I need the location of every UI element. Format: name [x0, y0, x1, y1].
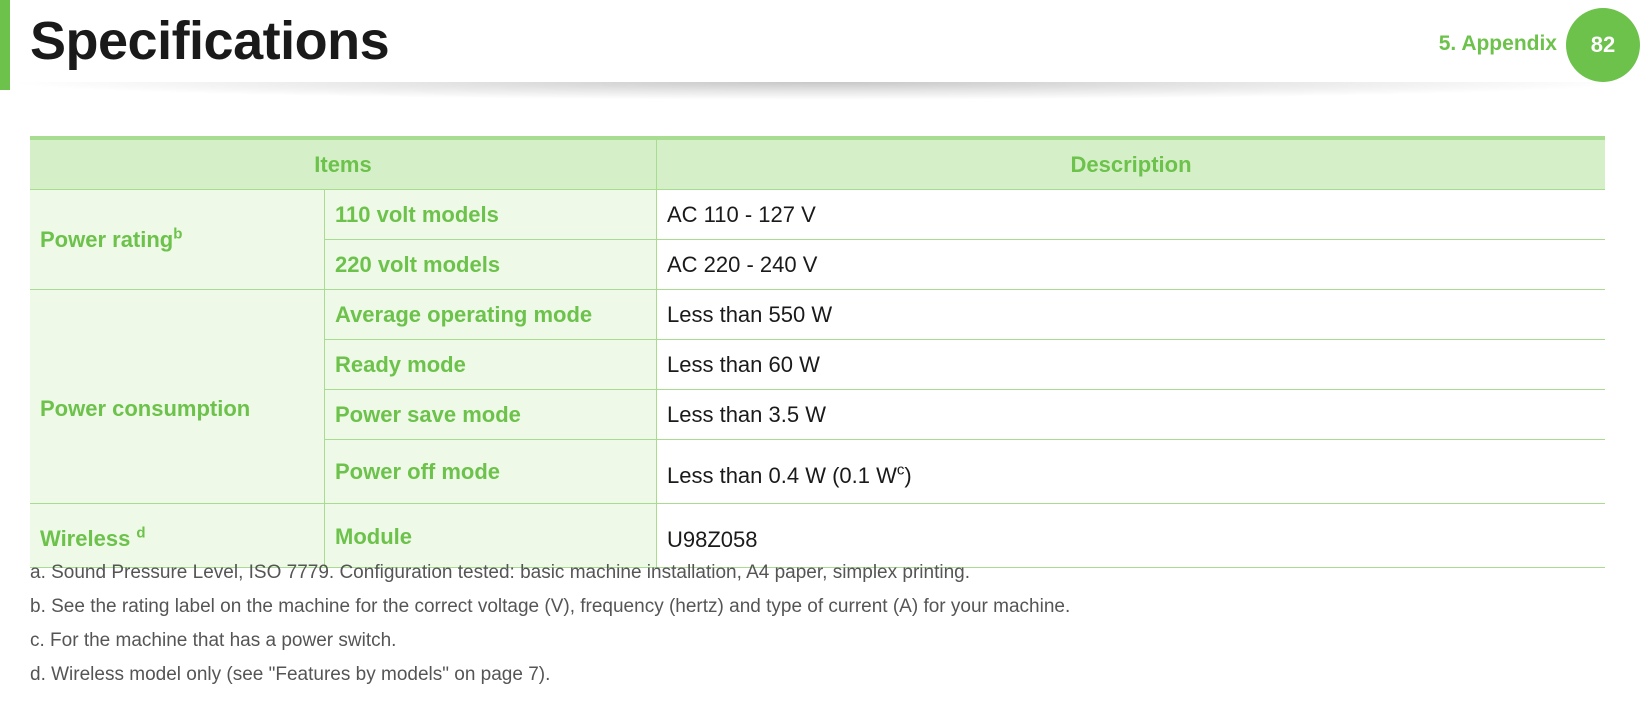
item-ready-mode: Ready mode	[324, 339, 657, 390]
page-title: Specifications	[30, 11, 390, 71]
chapter-label: 5. Appendix	[1438, 32, 1557, 55]
header-description: Description	[656, 136, 1605, 190]
table-header-row: Items Description	[30, 136, 1605, 190]
value-power-off: Less than 0.4 W (0.1 W	[667, 462, 897, 488]
item-power-save: Power save mode	[324, 389, 657, 440]
wireless-label: Wireless	[40, 525, 137, 551]
value-ready-mode: Less than 60 W	[656, 339, 1605, 390]
value-average-operating: Less than 550 W	[656, 289, 1605, 340]
accent-bar	[0, 0, 10, 90]
item-220-volt: 220 volt models	[324, 239, 657, 290]
footnote-b: b. See the rating label on the machine f…	[30, 596, 1071, 617]
power-consumption-label: Power consumption	[30, 289, 325, 504]
footnote-c: c. For the machine that has a power swit…	[30, 630, 397, 651]
page-number-badge: 82	[1566, 8, 1640, 82]
footnote-a: a. Sound Pressure Level, ISO 7779. Confi…	[30, 562, 970, 583]
footnotes: a. Sound Pressure Level, ISO 7779. Confi…	[30, 556, 1070, 692]
footnote-d: d. Wireless model only (see "Features by…	[30, 664, 551, 685]
table-row: Power consumption Average operating mode…	[30, 289, 1605, 504]
power-rating-label: Power rating	[40, 226, 174, 252]
footnote-mark-d: d	[136, 524, 146, 542]
item-power-off: Power off mode	[324, 439, 657, 504]
item-110-volt: 110 volt models	[324, 189, 657, 240]
power-rating-label-cell: Power ratingb	[30, 189, 325, 290]
value-220-volt: AC 220 - 240 V	[656, 239, 1605, 290]
header-divider-shadow	[0, 82, 1641, 100]
specifications-table: Items Description Power ratingb 110 volt…	[30, 136, 1605, 568]
value-power-save: Less than 3.5 W	[656, 389, 1605, 440]
value-power-off-cell: Less than 0.4 W (0.1 Wc)	[656, 439, 1605, 504]
value-power-off-suffix: )	[904, 462, 912, 488]
value-110-volt: AC 110 - 127 V	[656, 189, 1605, 240]
header-items: Items	[30, 136, 657, 190]
footnote-mark-b: b	[173, 225, 183, 243]
item-average-operating: Average operating mode	[324, 289, 657, 340]
table-row: Power ratingb 110 volt models AC 110 - 1…	[30, 189, 1605, 290]
